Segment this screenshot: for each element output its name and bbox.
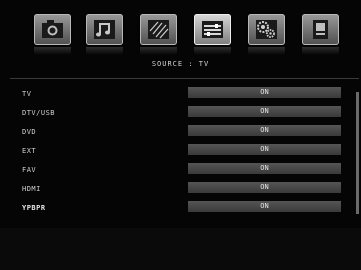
source-label: HDMI [22,185,41,193]
source-status[interactable]: ON [188,144,341,155]
source-row-ext[interactable]: EXT ON [0,143,361,160]
source-status[interactable]: ON [188,87,341,98]
source-status[interactable]: ON [188,201,341,212]
source-label: TV [22,90,32,98]
picture-menu-tab[interactable] [34,14,71,45]
source-status[interactable]: ON [188,106,341,117]
source-status[interactable]: ON [188,182,341,193]
list-scrollbar[interactable] [356,92,359,214]
source-label: YPBPR [22,204,46,212]
setup-icon [256,20,277,39]
source-status[interactable]: ON [188,163,341,174]
lock-icon [313,20,328,39]
lock-menu-tab[interactable] [302,14,339,45]
source-status[interactable]: ON [188,125,341,136]
source-row-dtv-usb[interactable]: DTV/USB ON [0,105,361,122]
source-row-hdmi[interactable]: HDMI ON [0,181,361,198]
source-icon [202,21,223,38]
source-row-fav[interactable]: FAV ON [0,162,361,179]
tab-reflection [194,47,231,55]
setup-menu-tab[interactable] [248,14,285,45]
tab-reflection [140,47,177,55]
sound-menu-tab[interactable] [86,14,123,45]
menu-divider [10,78,359,79]
channel-menu-tab[interactable] [140,14,177,45]
tab-reflection [86,47,123,55]
source-row-dvd[interactable]: DVD ON [0,124,361,141]
footer-band [0,228,361,270]
tab-reflection [248,47,285,55]
menu-icon-bar [34,14,354,58]
source-menu-tab[interactable] [194,14,231,45]
source-label: EXT [22,147,37,155]
sound-icon [94,20,115,39]
current-source-caption: SOURCE : TV [151,60,210,68]
source-label: DVD [22,128,37,136]
source-row-tv[interactable]: TV ON [0,86,361,103]
tab-reflection [34,47,71,55]
channel-icon [148,20,169,39]
tv-menu-screen: SOURCE : TV TV ON DTV/USB ON DVD ON EXT … [0,0,361,270]
tab-reflection [302,47,339,55]
picture-icon [42,20,63,38]
source-label: FAV [22,166,37,174]
source-row-ypbpr[interactable]: YPBPR ON [0,200,361,217]
source-label: DTV/USB [22,109,56,117]
